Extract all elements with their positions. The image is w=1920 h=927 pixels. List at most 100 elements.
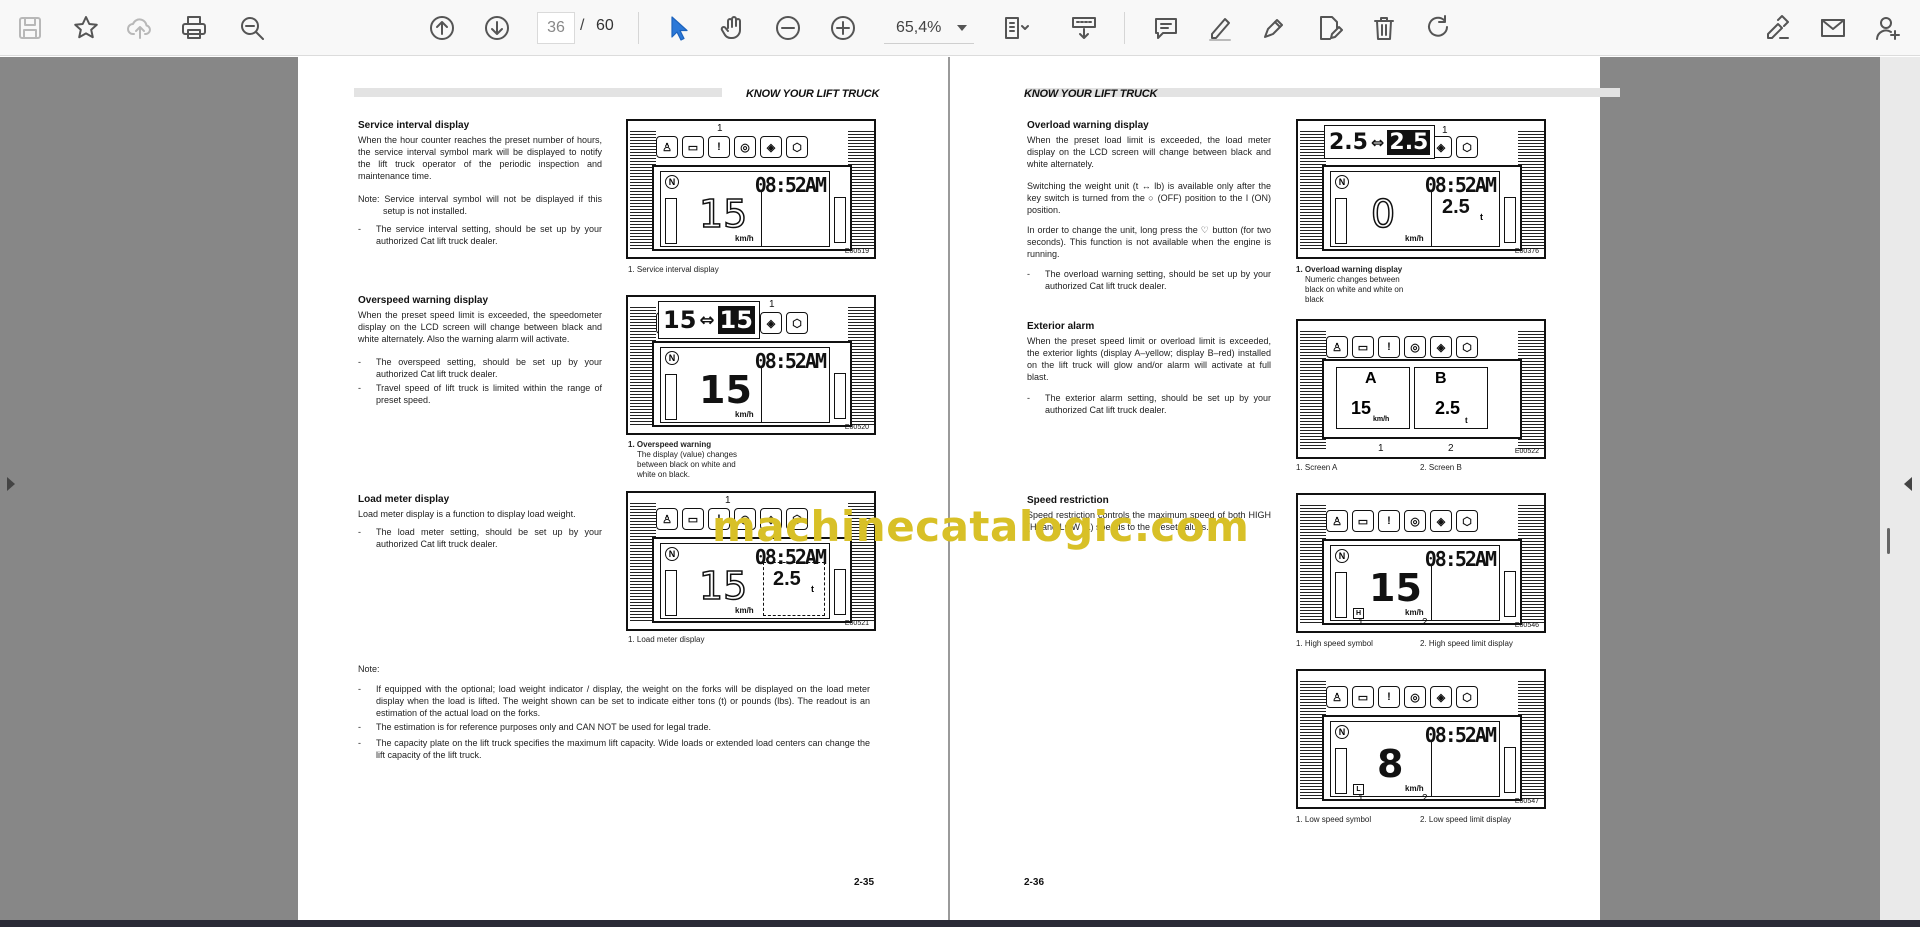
page-number-input[interactable]: 36 bbox=[537, 12, 575, 44]
lcd-screen: N 08:52AM 15 km/h bbox=[652, 165, 852, 251]
oil-lamp-icon: ◈ bbox=[1430, 336, 1452, 358]
edit-document-icon[interactable] bbox=[1309, 8, 1349, 48]
bullet-item: If equipped with the optional; load weig… bbox=[358, 683, 870, 719]
right-panel-toggle-icon[interactable] bbox=[1904, 477, 1912, 491]
battery-lamp-icon: ▭ bbox=[682, 508, 704, 530]
indicator-lamp-row: ♙ ▭ ! ◎ ◈ ⬡ bbox=[1326, 336, 1478, 358]
bullet-item: The estimation is for reference purposes… bbox=[358, 721, 870, 733]
chevron-down-icon bbox=[957, 24, 968, 31]
lcd-figure-overload: ♙ ▭ ! ◎ ◈ ⬡ N 08:52AM 0 km/h 2.5 t bbox=[1296, 119, 1546, 259]
screen-b: B 2.5 t bbox=[1414, 367, 1488, 429]
scroll-mode-icon[interactable] bbox=[1064, 8, 1104, 48]
lcd-screen: N 08:52AM 8 km/h L bbox=[1322, 715, 1522, 801]
callout-number: 1 bbox=[717, 123, 723, 134]
highlight-pen-icon[interactable] bbox=[1200, 8, 1240, 48]
lcd-load-area bbox=[761, 190, 829, 246]
lcd-inner: N 08:52AM 8 km/h L bbox=[1330, 721, 1500, 797]
figure-caption: 1. High speed symbol bbox=[1296, 639, 1373, 648]
redo-icon[interactable] bbox=[1419, 8, 1459, 48]
scrollbar[interactable] bbox=[1887, 528, 1890, 554]
paragraph: When the hour counter reaches the preset… bbox=[358, 135, 602, 181]
fuel-bar bbox=[665, 570, 677, 616]
neutral-icon: N bbox=[665, 351, 679, 365]
paragraph: In order to change the unit, long press … bbox=[1027, 225, 1271, 259]
lcd-screen: N 08:52AM 15 km/h bbox=[652, 341, 852, 427]
figure-caption: 1. Service interval display bbox=[628, 265, 719, 274]
fit-page-icon[interactable] bbox=[996, 8, 1036, 48]
fuel-bar bbox=[1335, 572, 1347, 618]
zoom-out-search-icon[interactable] bbox=[232, 8, 272, 48]
page-separator: / bbox=[580, 17, 585, 34]
lcd-speed: 8 bbox=[1377, 742, 1404, 786]
figure-code: E00547 bbox=[1514, 798, 1539, 805]
bullet-item: The service interval setting, should be … bbox=[358, 223, 602, 247]
neutral-icon: N bbox=[1335, 175, 1349, 189]
header-rule bbox=[354, 88, 722, 97]
lcd-speed-unit: km/h bbox=[735, 606, 754, 615]
seat-belt-lamp-icon: ♙ bbox=[656, 508, 678, 530]
zoom-out-icon[interactable] bbox=[768, 8, 808, 48]
zoom-select[interactable]: 65,4% bbox=[884, 12, 974, 44]
section-title: Load meter display bbox=[358, 494, 450, 505]
load-value: 2.5 bbox=[773, 568, 801, 590]
figure-caption: 1. Overload warning display Numeric chan… bbox=[1296, 265, 1416, 305]
figure-caption: 2. Screen B bbox=[1420, 463, 1462, 472]
callout-number: 1 bbox=[1442, 125, 1448, 136]
indicator-lamp-row: ♙ ▭ ! ◎ ◈ ⬡ bbox=[656, 136, 808, 158]
seat-belt-lamp-icon: ♙ bbox=[1326, 336, 1348, 358]
oil-lamp-icon: ◈ bbox=[760, 312, 782, 334]
engine-lamp-icon: ⬡ bbox=[1456, 510, 1478, 532]
document-viewer: KNOW YOUR LIFT TRUCK Service interval di… bbox=[0, 57, 1920, 920]
battery-lamp-icon: ▭ bbox=[1352, 336, 1374, 358]
fuel-bar bbox=[1335, 748, 1347, 794]
lcd-figure-overspeed: ♙ ▭ ! ◎ ◈ ⬡ N 08:52AM 15 km/h 15 bbox=[626, 295, 876, 435]
lcd-figure-low-speed: ♙ ▭ ! ◎ ◈ ⬡ N 08:52AM 8 km/h L 1 2 E0054… bbox=[1296, 669, 1546, 809]
figure-code: E00519 bbox=[844, 248, 869, 255]
lcd-load-area bbox=[1431, 740, 1499, 796]
toolbar: 36 / 60 65,4% bbox=[0, 0, 1920, 56]
overspeed-popup: 15 ⇔ 15 bbox=[658, 301, 760, 339]
screen-a-unit: km/h bbox=[1373, 416, 1390, 423]
note-title: Note: bbox=[358, 664, 380, 674]
email-icon[interactable] bbox=[1813, 8, 1853, 48]
load-value: 2.5 bbox=[1442, 196, 1470, 218]
save-icon[interactable] bbox=[10, 8, 50, 48]
section-title: Service interval display bbox=[358, 120, 470, 131]
indicator-lamp-row: ♙ ▭ ! ◎ ◈ ⬡ bbox=[1326, 686, 1478, 708]
next-page-icon[interactable] bbox=[477, 8, 517, 48]
lcd-speed: 0 bbox=[1370, 192, 1396, 236]
callout-number: 2 bbox=[1422, 793, 1428, 804]
add-user-icon[interactable] bbox=[1868, 8, 1908, 48]
print-icon[interactable] bbox=[174, 8, 214, 48]
delete-trash-icon[interactable] bbox=[1364, 8, 1404, 48]
engine-lamp-icon: ⬡ bbox=[786, 312, 808, 334]
lcd-speed-unit: km/h bbox=[1405, 784, 1424, 793]
pan-hand-icon[interactable] bbox=[713, 8, 753, 48]
select-cursor-icon[interactable] bbox=[658, 8, 698, 48]
popup-value-normal: 15 bbox=[663, 306, 697, 334]
lcd-speed-unit: km/h bbox=[1405, 234, 1424, 243]
load-unit: t bbox=[1480, 212, 1483, 222]
brake-lamp-icon: ◎ bbox=[734, 136, 756, 158]
lcd-screen: A 15 km/h B 2.5 t bbox=[1322, 359, 1522, 439]
cloud-upload-icon[interactable] bbox=[120, 8, 160, 48]
lcd-inner: N 08:52AM 15 km/h bbox=[660, 171, 830, 247]
battery-lamp-icon: ▭ bbox=[682, 136, 704, 158]
sign-document-icon[interactable] bbox=[1758, 8, 1798, 48]
lcd-figure-exterior: ♙ ▭ ! ◎ ◈ ⬡ A 15 km/h B 2.5 t 1 2 E00522 bbox=[1296, 319, 1546, 459]
bookmark-star-icon[interactable] bbox=[66, 8, 106, 48]
callout-number: 1 bbox=[769, 299, 775, 310]
note-text: Note: Service interval symbol will not b… bbox=[358, 194, 602, 216]
temp-bar bbox=[1504, 747, 1516, 793]
paragraph: Load meter display is a function to disp… bbox=[358, 509, 576, 519]
previous-page-icon[interactable] bbox=[422, 8, 462, 48]
brake-lamp-icon: ◎ bbox=[1404, 336, 1426, 358]
zoom-in-icon[interactable] bbox=[823, 8, 863, 48]
lcd-speed: 15 bbox=[699, 368, 752, 412]
taskbar-strip bbox=[0, 920, 1920, 927]
draw-pen-icon[interactable] bbox=[1254, 8, 1294, 48]
lcd-speed-unit: km/h bbox=[1405, 608, 1424, 617]
bullet-item: The overload warning setting, should be … bbox=[1027, 268, 1271, 292]
comment-icon[interactable] bbox=[1146, 8, 1186, 48]
left-panel-toggle-icon[interactable] bbox=[7, 477, 15, 491]
